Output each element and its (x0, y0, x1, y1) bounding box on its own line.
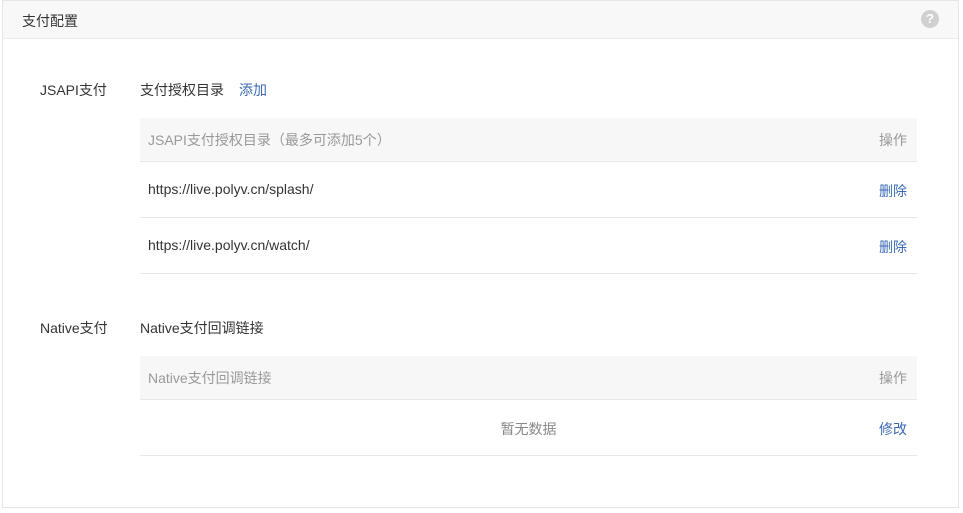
jsapi-directory-table: JSAPI支付授权目录（最多可添加5个） 操作 https://live.pol… (140, 118, 917, 274)
jsapi-section-title: 支付授权目录 (140, 82, 224, 98)
edit-button[interactable]: 修改 (879, 419, 907, 439)
column-header-action: 操作 (879, 132, 907, 148)
column-header-directory: JSAPI支付授权目录（最多可添加5个） (148, 132, 391, 148)
help-icon[interactable]: ? (921, 10, 939, 28)
column-header-callback: Native支付回调链接 (148, 370, 272, 386)
page-title: 支付配置 (22, 13, 78, 29)
delete-button[interactable]: 删除 (879, 237, 907, 257)
empty-state-text: 暂无数据 (500, 421, 557, 437)
table-header: Native支付回调链接 操作 (140, 356, 917, 400)
table-header: JSAPI支付授权目录（最多可添加5个） 操作 (140, 118, 917, 162)
native-label: Native支付 (40, 320, 108, 336)
column-header-action: 操作 (879, 370, 907, 386)
add-directory-link[interactable]: 添加 (239, 80, 267, 100)
panel-header: 支付配置 ? (3, 1, 958, 39)
table-row: https://live.polyv.cn/watch/ 删除 (140, 218, 917, 274)
directory-url: https://live.polyv.cn/splash/ (148, 181, 314, 197)
native-callback-table: Native支付回调链接 操作 暂无数据 修改 (140, 356, 917, 456)
directory-url: https://live.polyv.cn/watch/ (148, 237, 310, 253)
table-row: 暂无数据 修改 (140, 400, 917, 456)
jsapi-label: JSAPI支付 (40, 82, 107, 98)
delete-button[interactable]: 删除 (879, 181, 907, 201)
native-section-title: Native支付回调链接 (140, 320, 264, 336)
table-row: https://live.polyv.cn/splash/ 删除 (140, 162, 917, 218)
